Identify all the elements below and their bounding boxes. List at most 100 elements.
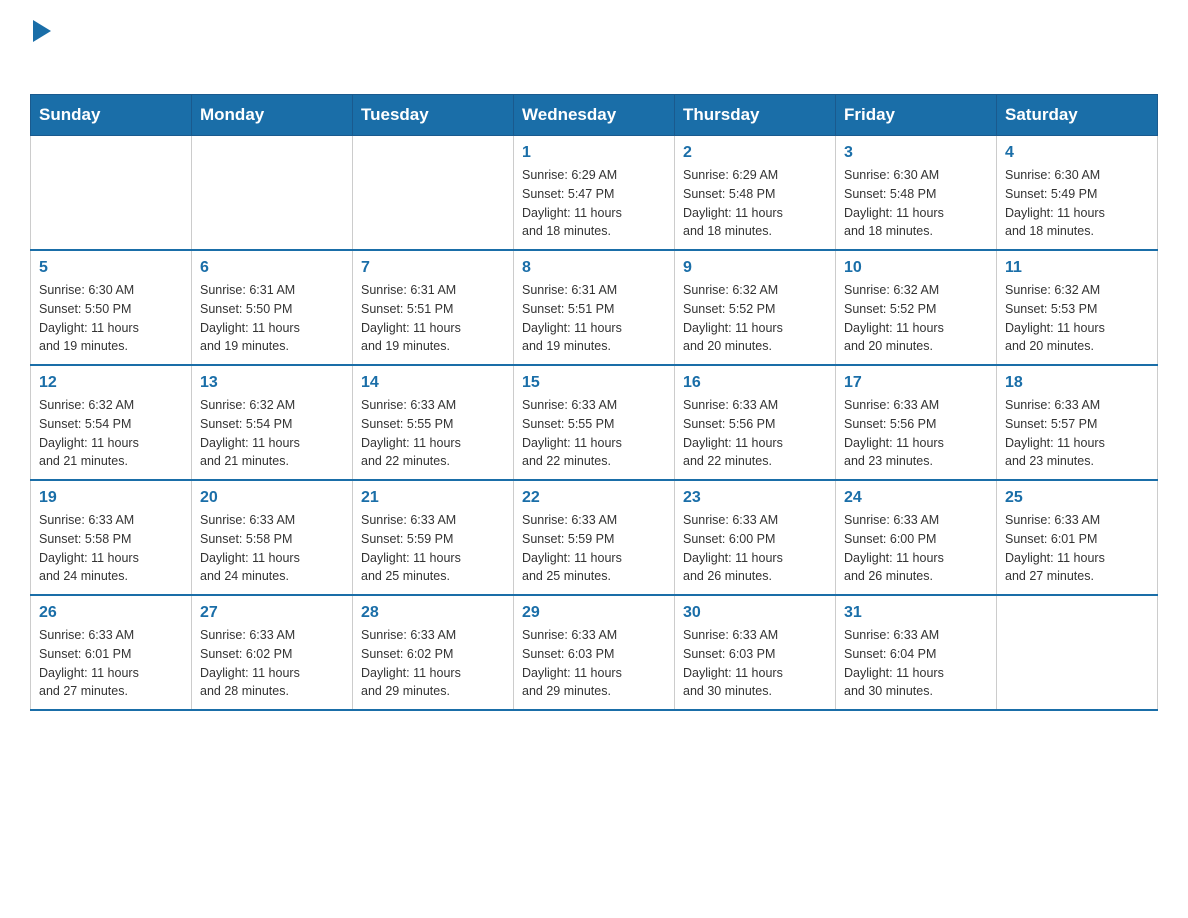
day-info: Sunrise: 6:33 AM Sunset: 6:01 PM Dayligh… (1005, 511, 1149, 586)
calendar-body: 1 Sunrise: 6:29 AM Sunset: 5:47 PM Daylig… (31, 136, 1158, 711)
day-number: 4 (1005, 144, 1149, 162)
day-number: 1 (522, 144, 666, 162)
calendar-cell: 15 Sunrise: 6:33 AM Sunset: 5:55 PM Dayli… (514, 365, 675, 480)
calendar-cell: 22Sunrise: 6:33 AM Sunset: 5:59 PM Dayli… (514, 480, 675, 595)
day-info: Sunrise: 6:33 AM Sunset: 6:03 PM Dayligh… (522, 626, 666, 701)
calendar-cell: 24 Sunrise: 6:33 AM Sunset: 6:00 PM Dayli… (836, 480, 997, 595)
day-number: 27 (200, 604, 344, 622)
calendar-cell: 7Sunrise: 6:31 AM Sunset: 5:51 PM Daylig… (353, 250, 514, 365)
calendar-cell: 3 Sunrise: 6:30 AM Sunset: 5:48 PM Daylig… (836, 136, 997, 251)
day-number: 30 (683, 604, 827, 622)
day-info: Sunrise: 6:33 AM Sunset: 5:58 PM Dayligh… (200, 511, 344, 586)
calendar-cell: 12 Sunrise: 6:32 AM Sunset: 5:54 PM Dayli… (31, 365, 192, 480)
day-info: Sunrise: 6:33 AM Sunset: 6:00 PM Dayligh… (844, 511, 988, 586)
calendar-cell (192, 136, 353, 251)
calendar-cell: 23Sunrise: 6:33 AM Sunset: 6:00 PM Dayli… (675, 480, 836, 595)
day-info: Sunrise: 6:33 AM Sunset: 6:02 PM Dayligh… (361, 626, 505, 701)
calendar-cell: 21 Sunrise: 6:33 AM Sunset: 5:59 PM Dayli… (353, 480, 514, 595)
calendar-cell: 10 Sunrise: 6:32 AM Sunset: 5:52 PM Dayli… (836, 250, 997, 365)
day-number: 12 (39, 374, 183, 392)
day-info: Sunrise: 6:30 AM Sunset: 5:48 PM Dayligh… (844, 166, 988, 241)
day-info: Sunrise: 6:33 AM Sunset: 5:59 PM Dayligh… (522, 511, 666, 586)
day-number: 21 (361, 489, 505, 507)
calendar-cell: 25 Sunrise: 6:33 AM Sunset: 6:01 PM Dayli… (997, 480, 1158, 595)
day-header-wednesday: Wednesday (514, 95, 675, 136)
calendar-week-1: 1 Sunrise: 6:29 AM Sunset: 5:47 PM Daylig… (31, 136, 1158, 251)
logo-arrow-icon (33, 20, 51, 42)
calendar-week-4: 19 Sunrise: 6:33 AM Sunset: 5:58 PM Dayli… (31, 480, 1158, 595)
day-number: 5 (39, 259, 183, 277)
day-number: 9 (683, 259, 827, 277)
calendar-cell (997, 595, 1158, 710)
logo (30, 20, 51, 74)
day-info: Sunrise: 6:33 AM Sunset: 5:58 PM Dayligh… (39, 511, 183, 586)
day-number: 13 (200, 374, 344, 392)
day-number: 8 (522, 259, 666, 277)
day-info: Sunrise: 6:33 AM Sunset: 5:55 PM Dayligh… (522, 396, 666, 471)
day-number: 20 (200, 489, 344, 507)
day-number: 24 (844, 489, 988, 507)
calendar-week-2: 5 Sunrise: 6:30 AM Sunset: 5:50 PM Daylig… (31, 250, 1158, 365)
day-info: Sunrise: 6:30 AM Sunset: 5:49 PM Dayligh… (1005, 166, 1149, 241)
calendar-cell (353, 136, 514, 251)
day-info: Sunrise: 6:30 AM Sunset: 5:50 PM Dayligh… (39, 281, 183, 356)
calendar-cell: 16Sunrise: 6:33 AM Sunset: 5:56 PM Dayli… (675, 365, 836, 480)
day-info: Sunrise: 6:32 AM Sunset: 5:52 PM Dayligh… (844, 281, 988, 356)
day-info: Sunrise: 6:31 AM Sunset: 5:50 PM Dayligh… (200, 281, 344, 356)
day-info: Sunrise: 6:33 AM Sunset: 5:55 PM Dayligh… (361, 396, 505, 471)
calendar-cell (31, 136, 192, 251)
day-info: Sunrise: 6:33 AM Sunset: 6:03 PM Dayligh… (683, 626, 827, 701)
calendar-table: SundayMondayTuesdayWednesdayThursdayFrid… (30, 94, 1158, 711)
day-info: Sunrise: 6:29 AM Sunset: 5:48 PM Dayligh… (683, 166, 827, 241)
calendar-cell: 14Sunrise: 6:33 AM Sunset: 5:55 PM Dayli… (353, 365, 514, 480)
day-info: Sunrise: 6:32 AM Sunset: 5:52 PM Dayligh… (683, 281, 827, 356)
day-header-friday: Friday (836, 95, 997, 136)
day-info: Sunrise: 6:33 AM Sunset: 5:57 PM Dayligh… (1005, 396, 1149, 471)
day-info: Sunrise: 6:32 AM Sunset: 5:54 PM Dayligh… (200, 396, 344, 471)
day-info: Sunrise: 6:31 AM Sunset: 5:51 PM Dayligh… (361, 281, 505, 356)
day-of-week-row: SundayMondayTuesdayWednesdayThursdayFrid… (31, 95, 1158, 136)
day-number: 11 (1005, 259, 1149, 277)
day-header-thursday: Thursday (675, 95, 836, 136)
day-number: 17 (844, 374, 988, 392)
day-number: 2 (683, 144, 827, 162)
day-info: Sunrise: 6:33 AM Sunset: 6:04 PM Dayligh… (844, 626, 988, 701)
calendar-cell: 29 Sunrise: 6:33 AM Sunset: 6:03 PM Dayli… (514, 595, 675, 710)
day-number: 25 (1005, 489, 1149, 507)
day-number: 26 (39, 604, 183, 622)
calendar-cell: 5 Sunrise: 6:30 AM Sunset: 5:50 PM Daylig… (31, 250, 192, 365)
calendar-cell: 26 Sunrise: 6:33 AM Sunset: 6:01 PM Dayli… (31, 595, 192, 710)
day-number: 3 (844, 144, 988, 162)
day-number: 19 (39, 489, 183, 507)
page-header (30, 20, 1158, 74)
day-number: 15 (522, 374, 666, 392)
day-header-tuesday: Tuesday (353, 95, 514, 136)
day-number: 10 (844, 259, 988, 277)
calendar-cell: 9 Sunrise: 6:32 AM Sunset: 5:52 PM Daylig… (675, 250, 836, 365)
day-info: Sunrise: 6:33 AM Sunset: 5:56 PM Dayligh… (683, 396, 827, 471)
calendar-header: SundayMondayTuesdayWednesdayThursdayFrid… (31, 95, 1158, 136)
calendar-cell: 13 Sunrise: 6:32 AM Sunset: 5:54 PM Dayli… (192, 365, 353, 480)
day-number: 29 (522, 604, 666, 622)
calendar-cell: 17Sunrise: 6:33 AM Sunset: 5:56 PM Dayli… (836, 365, 997, 480)
day-number: 6 (200, 259, 344, 277)
day-number: 18 (1005, 374, 1149, 392)
calendar-cell: 19 Sunrise: 6:33 AM Sunset: 5:58 PM Dayli… (31, 480, 192, 595)
calendar-cell: 31 Sunrise: 6:33 AM Sunset: 6:04 PM Dayli… (836, 595, 997, 710)
calendar-cell: 28 Sunrise: 6:33 AM Sunset: 6:02 PM Dayli… (353, 595, 514, 710)
day-info: Sunrise: 6:33 AM Sunset: 6:01 PM Dayligh… (39, 626, 183, 701)
day-info: Sunrise: 6:32 AM Sunset: 5:53 PM Dayligh… (1005, 281, 1149, 356)
calendar-cell: 2 Sunrise: 6:29 AM Sunset: 5:48 PM Daylig… (675, 136, 836, 251)
day-header-monday: Monday (192, 95, 353, 136)
day-info: Sunrise: 6:33 AM Sunset: 5:59 PM Dayligh… (361, 511, 505, 586)
day-info: Sunrise: 6:29 AM Sunset: 5:47 PM Dayligh… (522, 166, 666, 241)
day-number: 31 (844, 604, 988, 622)
day-header-saturday: Saturday (997, 95, 1158, 136)
calendar-cell: 18 Sunrise: 6:33 AM Sunset: 5:57 PM Dayli… (997, 365, 1158, 480)
day-info: Sunrise: 6:33 AM Sunset: 6:02 PM Dayligh… (200, 626, 344, 701)
day-info: Sunrise: 6:32 AM Sunset: 5:54 PM Dayligh… (39, 396, 183, 471)
calendar-cell: 4 Sunrise: 6:30 AM Sunset: 5:49 PM Daylig… (997, 136, 1158, 251)
day-number: 28 (361, 604, 505, 622)
calendar-week-5: 26 Sunrise: 6:33 AM Sunset: 6:01 PM Dayli… (31, 595, 1158, 710)
calendar-week-3: 12 Sunrise: 6:32 AM Sunset: 5:54 PM Dayli… (31, 365, 1158, 480)
